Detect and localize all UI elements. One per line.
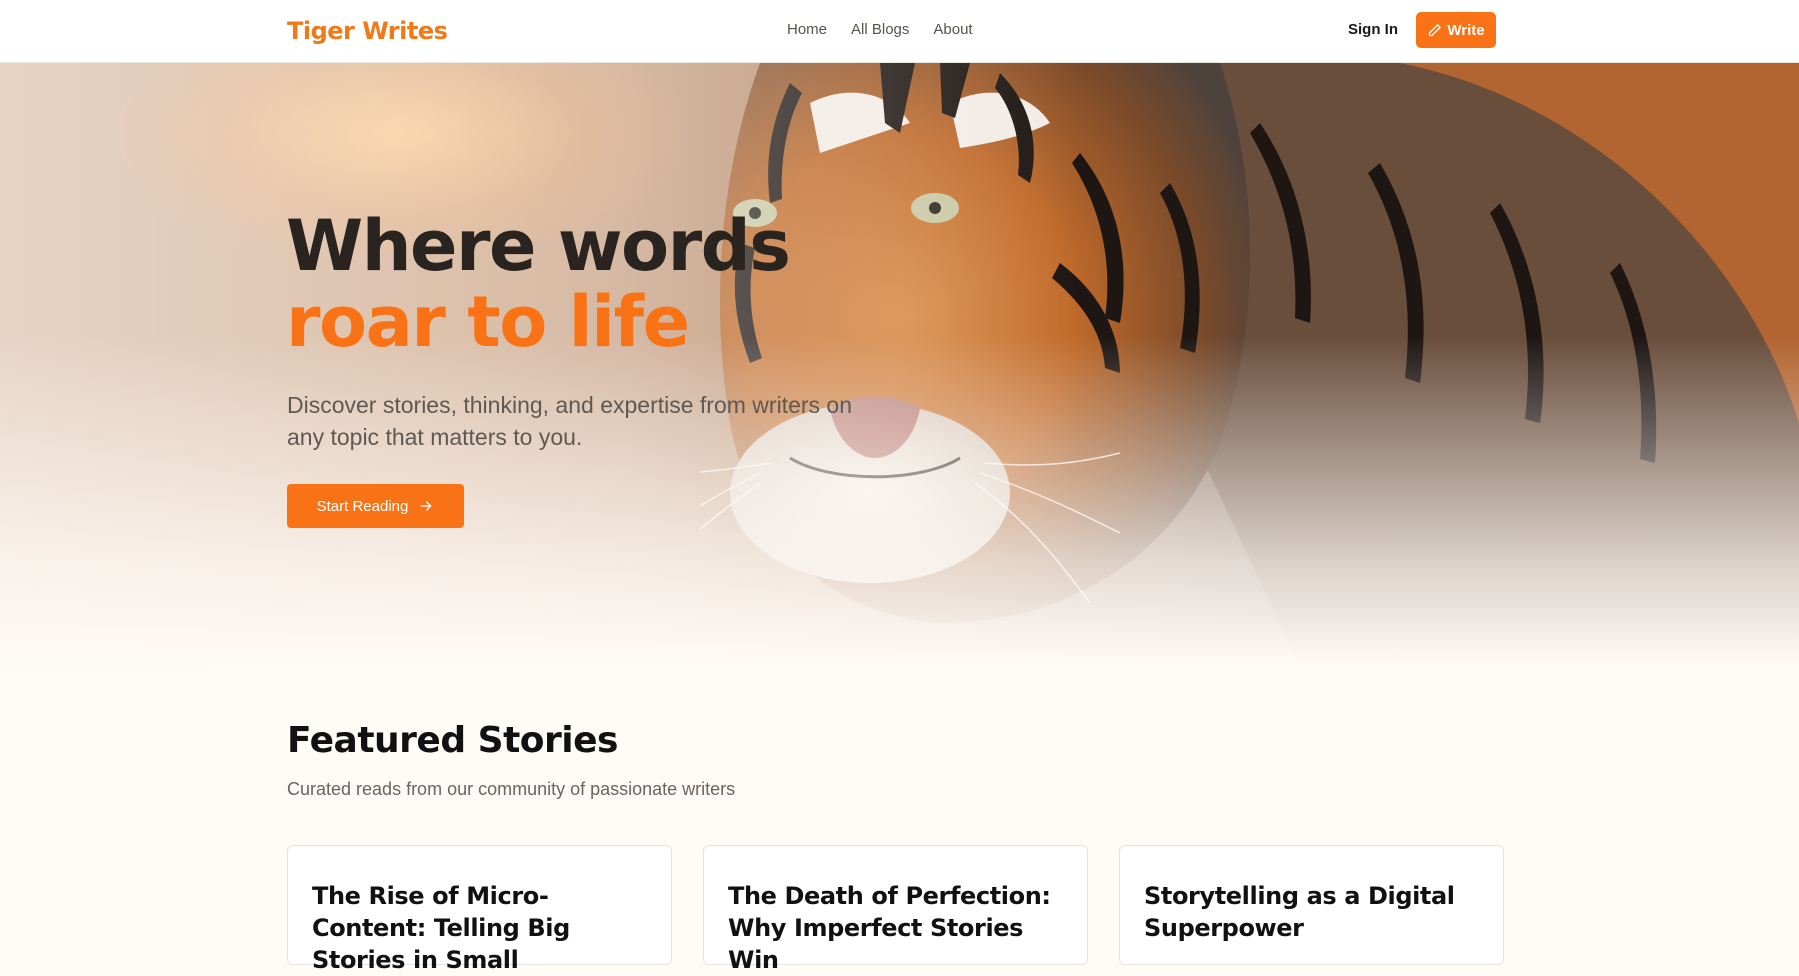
hero-title: Where words roar to life [286, 205, 791, 363]
pencil-icon [1429, 23, 1442, 36]
story-card[interactable]: Storytelling as a Digital Superpower [1119, 845, 1504, 965]
main-nav: Home All Blogs About [787, 21, 973, 38]
story-card-title: Storytelling as a Digital Superpower [1144, 882, 1455, 942]
hero-fade-overlay [0, 63, 1799, 668]
featured-cards: The Rise of Micro-Content: Telling Big S… [287, 845, 1504, 974]
story-card[interactable]: The Rise of Micro-Content: Telling Big S… [287, 845, 672, 974]
story-card[interactable]: The Death of Perfection: Why Imperfect S… [703, 845, 1088, 974]
hero-title-line1: Where words [286, 205, 791, 287]
hero-section: Where words roar to life Discover storie… [0, 63, 1799, 668]
sign-in-button[interactable]: Sign In [1348, 21, 1398, 38]
story-card-title: The Death of Perfection: Why Imperfect S… [728, 882, 1051, 974]
start-reading-button[interactable]: Start Reading [287, 484, 464, 528]
write-button[interactable]: Write [1416, 12, 1496, 48]
write-button-label: Write [1447, 21, 1485, 39]
nav-link-about[interactable]: About [933, 21, 972, 38]
featured-title: Featured Stories [287, 720, 618, 761]
top-navbar: Tiger Writes Home All Blogs About Sign I… [0, 0, 1799, 63]
nav-link-all-blogs[interactable]: All Blogs [851, 21, 909, 38]
story-card-title: The Rise of Micro-Content: Telling Big S… [312, 882, 570, 974]
brand-logo[interactable]: Tiger Writes [287, 17, 448, 45]
hero-subtitle: Discover stories, thinking, and expertis… [287, 392, 852, 450]
hero-title-line2: roar to life [286, 281, 690, 363]
nav-link-home[interactable]: Home [787, 21, 827, 38]
arrow-right-icon [421, 501, 432, 511]
featured-subtitle: Curated reads from our community of pass… [287, 779, 736, 799]
start-reading-label: Start Reading [316, 497, 409, 515]
